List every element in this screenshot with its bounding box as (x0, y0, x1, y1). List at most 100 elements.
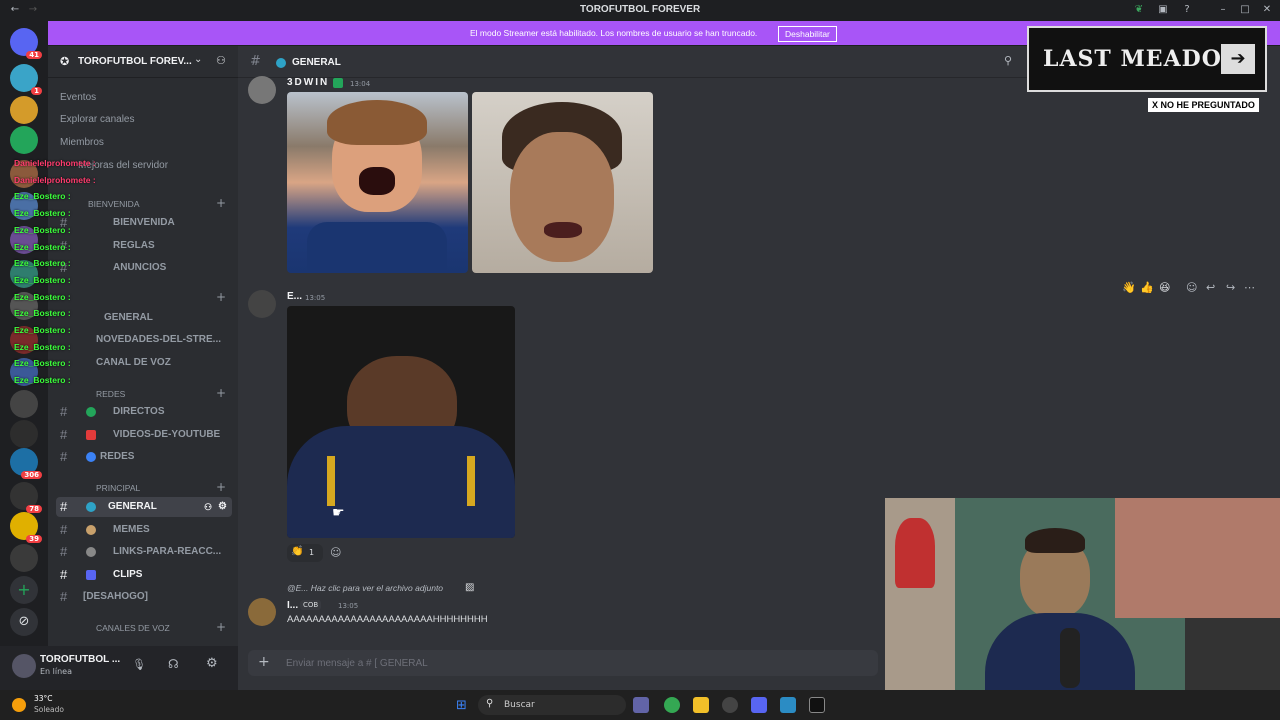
user-name: TOROFUTBOL ... (40, 654, 121, 665)
server-icon[interactable] (10, 126, 38, 154)
app-icon[interactable] (780, 697, 796, 713)
message-composer[interactable]: + Enviar mensaje a # [ GENERAL (248, 650, 878, 676)
sidebar-item-eventos[interactable]: Eventos (60, 92, 96, 103)
disable-streamer-button[interactable]: Deshabilitar (778, 26, 837, 42)
server-icon[interactable] (10, 420, 38, 448)
obs-icon[interactable] (722, 697, 738, 713)
timestamp: 13:05 (305, 294, 326, 302)
attachment-image[interactable] (472, 92, 653, 273)
overlay-tag: X NO HE PREGUNTADO (1148, 98, 1259, 112)
add-channel-icon[interactable]: + (216, 620, 226, 634)
server-icon[interactable] (10, 96, 38, 124)
taskbar-search[interactable]: ⚲ Buscar (478, 695, 626, 715)
wave-reaction-icon[interactable]: 👋 (1122, 281, 1136, 294)
avatar[interactable] (248, 290, 276, 318)
gear-icon[interactable]: ⚙ (218, 497, 227, 517)
category-principal[interactable]: PRINCIPAL (96, 483, 140, 493)
stream-overlay-banner: LAST MEADOW ➔ (1027, 26, 1267, 92)
discover-icon[interactable]: ⊘ (10, 608, 38, 636)
headphones-icon[interactable]: ☊ (168, 657, 179, 671)
cursor-icon: ☛ (332, 505, 345, 521)
pin-icon[interactable]: ⚲ (1004, 54, 1012, 67)
microphone-icon[interactable]: 🎙 (132, 658, 146, 671)
avatar[interactable] (248, 76, 276, 104)
add-reaction-icon[interactable]: ☺ (1186, 281, 1197, 294)
forward-icon[interactable]: ↪ (1226, 281, 1235, 294)
help-icon[interactable]: ? (1180, 3, 1194, 17)
channel-general-voice[interactable]: GENERAL (56, 308, 232, 328)
folder-icon[interactable] (693, 697, 709, 713)
channel-memes[interactable]: # MEMES (56, 520, 232, 540)
more-icon[interactable]: ⋯ (1244, 281, 1255, 294)
badge: 1 (31, 87, 42, 95)
maximize-icon[interactable]: □ (1238, 3, 1252, 17)
add-reaction-icon[interactable]: ☺ (330, 546, 341, 559)
forward-icon[interactable]: → (26, 3, 40, 17)
gear-icon[interactable]: ⚙ (206, 656, 218, 671)
windows-start-icon[interactable]: ⊞ (456, 698, 467, 713)
channel-novedades[interactable]: NOVEDADES-DEL-STRE... (56, 330, 232, 350)
server-icon[interactable]: 39 (10, 512, 42, 543)
close-icon[interactable]: ✕ (1260, 3, 1274, 17)
server-header[interactable]: ✪ TOROFUTBOL FOREV... ⌄ ⚇ (48, 46, 238, 78)
channel-reglas[interactable]: # REGLAS (56, 236, 232, 256)
channel-canal-voz[interactable]: CANAL DE VOZ (56, 353, 232, 373)
discord-icon[interactable] (751, 697, 767, 713)
server-icon[interactable]: 78 (10, 482, 42, 513)
sidebar-item-miembros[interactable]: Miembros (60, 137, 104, 148)
server-icon[interactable] (10, 390, 38, 418)
avatar[interactable] (12, 654, 36, 678)
discord-home-icon[interactable]: 41 (10, 28, 42, 59)
reaction-chip[interactable]: 👏 1 (287, 544, 323, 562)
add-channel-icon[interactable]: + (216, 196, 226, 210)
hash-icon: # (250, 54, 261, 69)
category-bienvenida[interactable]: BIENVENIDA (88, 199, 140, 209)
invite-icon[interactable]: ⚇ (216, 54, 226, 67)
thumbsup-reaction-icon[interactable]: 👍 (1140, 281, 1154, 294)
add-channel-icon[interactable]: + (216, 290, 226, 304)
sidebar-item-explorar[interactable]: Explorar canales (60, 114, 134, 125)
reply-preview[interactable]: @E... Haz clic para ver el archivo adjun… (287, 583, 443, 593)
message-actions-bar: 👋 👍 😆 ☺ ↩ ↪ ⋯ (1122, 281, 1262, 299)
channel-videos[interactable]: # VIDEOS-DE-YOUTUBE (56, 425, 232, 445)
channel-redes[interactable]: # REDES (56, 447, 232, 467)
attachment-image[interactable] (287, 306, 515, 538)
attachment-image[interactable] (287, 92, 468, 273)
back-icon[interactable]: ← (8, 3, 22, 17)
message-author[interactable]: 3DWIN (287, 77, 329, 88)
invite-icon[interactable]: ⚇ (204, 497, 212, 517)
reply-icon[interactable]: ↩ (1206, 281, 1215, 294)
add-channel-icon[interactable]: + (216, 386, 226, 400)
message-author[interactable]: E... (287, 291, 302, 302)
green-circle-icon (86, 407, 96, 417)
add-channel-icon[interactable]: + (216, 480, 226, 494)
leaf-icon[interactable]: ❦ (1132, 3, 1146, 17)
server-icon[interactable]: 1 (10, 64, 42, 95)
add-server-icon[interactable]: + (10, 576, 38, 604)
channel-general[interactable]: # GENERAL ⚇ ⚙ (56, 497, 232, 517)
avatar[interactable] (248, 598, 276, 626)
chat-overlay-line: Eze_Bostero : (14, 258, 71, 269)
server-icon[interactable] (10, 544, 38, 572)
terminal-icon[interactable] (809, 697, 825, 713)
channel-desahogo[interactable]: # [DESAHOGO] (56, 587, 232, 607)
server-icon[interactable]: 306 (10, 448, 42, 479)
category-redes[interactable]: REDES (96, 389, 125, 399)
minimize-icon[interactable]: – (1216, 3, 1230, 17)
category-canales-voz[interactable]: CANALES DE VOZ (96, 623, 170, 633)
chrome-icon[interactable] (664, 697, 680, 713)
chevron-down-icon[interactable]: ⌄ (194, 54, 202, 65)
message-author[interactable]: I... (287, 600, 298, 611)
channel-clips[interactable]: # CLIPS (56, 565, 232, 585)
attach-plus-icon[interactable]: + (258, 654, 270, 670)
channel-directos[interactable]: # DIRECTOS (56, 402, 232, 422)
channel-anuncios[interactable]: # ANUNCIOS (56, 258, 232, 278)
channel-links[interactable]: # LINKS-PARA-REACC... (56, 542, 232, 562)
server-name: TOROFUTBOL FOREV... (78, 56, 192, 67)
laugh-reaction-icon[interactable]: 😆 (1159, 281, 1170, 294)
message-text: AAAAAAAAAAAAAAAAAAAAAAAHHHHHHHH (287, 614, 488, 625)
globe-icon (86, 502, 96, 512)
channel-bienvenida[interactable]: # BIENVENIDA (56, 213, 232, 233)
inbox-icon[interactable]: ▣ (1156, 3, 1170, 17)
teams-icon[interactable] (633, 697, 649, 713)
